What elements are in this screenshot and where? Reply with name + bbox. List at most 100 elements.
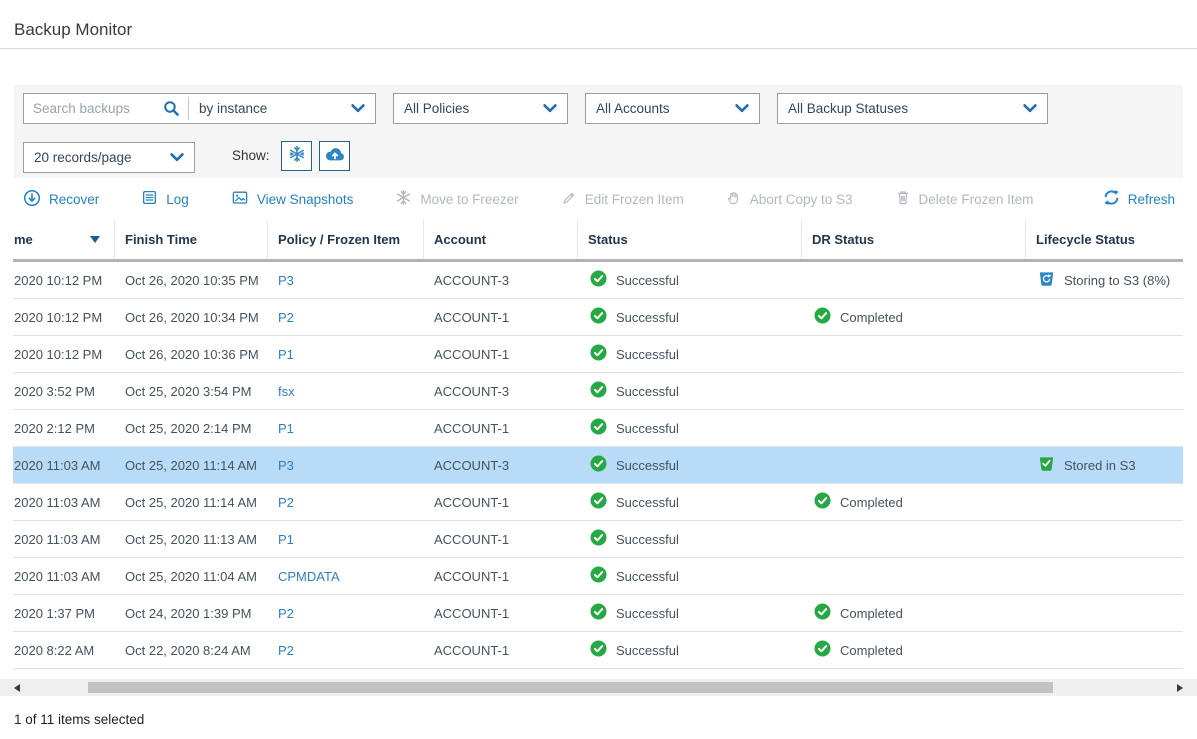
success-icon xyxy=(590,640,607,660)
completed-icon xyxy=(814,492,831,512)
policy-link[interactable]: P2 xyxy=(278,643,294,658)
completed-icon xyxy=(814,603,831,623)
search-input[interactable] xyxy=(24,101,161,116)
chevron-down-icon xyxy=(1023,101,1037,116)
view-snapshots-label: View Snapshots xyxy=(257,192,354,207)
search-by-value: by instance xyxy=(199,101,267,116)
column-label: Lifecycle Status xyxy=(1036,232,1135,247)
column-label: Status xyxy=(588,232,628,247)
table-row[interactable]: 2020 11:03 AM Oct 25, 2020 11:14 AM P3 A… xyxy=(13,447,1183,484)
filter-panel: by instance All Policies All Accounts Al… xyxy=(14,85,1183,178)
policy-link[interactable]: P1 xyxy=(278,347,294,362)
view-snapshots-icon xyxy=(231,189,249,209)
column-header-finish-time[interactable]: Finish Time xyxy=(115,220,268,259)
cell-policy: fsx xyxy=(268,384,424,399)
chevron-down-icon xyxy=(543,101,557,116)
cell-account: ACCOUNT-1 xyxy=(424,347,578,362)
cell-dr-status: Completed xyxy=(802,492,1026,512)
column-header-lifecycle-status[interactable]: Lifecycle Status xyxy=(1026,220,1183,259)
move-to-freezer-label: Move to Freezer xyxy=(420,192,518,207)
cell-finish-time: Oct 25, 2020 2:14 PM xyxy=(115,421,268,436)
cell-status: Successful xyxy=(578,418,802,438)
policy-link[interactable]: P2 xyxy=(278,495,294,510)
column-label: DR Status xyxy=(812,232,874,247)
table-row[interactable]: 2020 10:12 PM Oct 26, 2020 10:34 PM P2 A… xyxy=(13,299,1183,336)
abort-copy-s3-label: Abort Copy to S3 xyxy=(750,192,853,207)
cell-lifecycle-status: Stored in S3 xyxy=(1026,455,1183,475)
policy-link[interactable]: P1 xyxy=(278,532,294,547)
move-to-freezer-button[interactable]: Move to Freezer xyxy=(395,189,518,209)
column-header-policy[interactable]: Policy / Frozen Item xyxy=(268,220,424,259)
success-icon xyxy=(590,566,607,586)
horizontal-scrollbar[interactable] xyxy=(0,679,1197,696)
view-snapshots-button[interactable]: View Snapshots xyxy=(231,189,354,209)
cell-policy: P2 xyxy=(268,643,424,658)
table-row[interactable]: 2020 8:22 AM Oct 22, 2020 8:24 AM P2 ACC… xyxy=(13,632,1183,669)
abort-copy-s3-button[interactable]: Abort Copy to S3 xyxy=(726,190,853,209)
cell-finish-time: Oct 25, 2020 3:54 PM xyxy=(115,384,268,399)
table-row[interactable]: 2020 1:37 PM Oct 24, 2020 1:39 PM P2 ACC… xyxy=(13,595,1183,632)
cell-status: Successful xyxy=(578,344,802,364)
table-row[interactable]: 2020 11:03 AM Oct 25, 2020 11:04 AM CPMD… xyxy=(13,558,1183,595)
refresh-button[interactable]: Refresh xyxy=(1103,189,1175,209)
scrollbar-thumb[interactable] xyxy=(88,682,1053,693)
delete-frozen-item-button[interactable]: Delete Frozen Item xyxy=(895,189,1034,209)
cell-dr-status: Completed xyxy=(802,307,1026,327)
table-row[interactable]: 2020 11:03 AM Oct 25, 2020 11:14 AM P2 A… xyxy=(13,484,1183,521)
search-icon[interactable] xyxy=(161,100,188,117)
search-combo: by instance xyxy=(23,93,376,124)
cell-account: ACCOUNT-3 xyxy=(424,384,578,399)
table-row[interactable]: 2020 10:12 PM Oct 26, 2020 10:35 PM P3 A… xyxy=(13,262,1183,299)
cloud-upload-icon xyxy=(324,146,346,167)
cell-status: Successful xyxy=(578,455,802,475)
policy-link[interactable]: P2 xyxy=(278,606,294,621)
show-s3-toggle[interactable] xyxy=(319,141,350,171)
column-label: me xyxy=(14,232,33,247)
backups-table: me Finish Time Policy / Frozen Item Acco… xyxy=(13,220,1183,669)
search-by-select[interactable]: by instance xyxy=(189,94,375,123)
cell-account: ACCOUNT-3 xyxy=(424,458,578,473)
log-button[interactable]: Log xyxy=(141,189,189,209)
freezer-icon xyxy=(395,189,412,209)
success-icon xyxy=(590,307,607,327)
table-row[interactable]: 2020 3:52 PM Oct 25, 2020 3:54 PM fsx AC… xyxy=(13,373,1183,410)
policy-link[interactable]: P2 xyxy=(278,310,294,325)
cell-account: ACCOUNT-1 xyxy=(424,495,578,510)
cell-policy: CPMDATA xyxy=(268,569,424,584)
backup-statuses-select[interactable]: All Backup Statuses xyxy=(777,93,1048,124)
records-per-page-value: 20 records/page xyxy=(34,150,132,165)
cell-policy: P1 xyxy=(268,347,424,362)
scroll-right-icon[interactable] xyxy=(1177,684,1183,692)
cell-dr-status: Completed xyxy=(802,603,1026,623)
policy-link[interactable]: P3 xyxy=(278,458,294,473)
table-row[interactable]: 2020 2:12 PM Oct 25, 2020 2:14 PM P1 ACC… xyxy=(13,410,1183,447)
table-row[interactable]: 2020 11:03 AM Oct 25, 2020 11:13 AM P1 A… xyxy=(13,521,1183,558)
scroll-left-icon[interactable] xyxy=(14,684,20,692)
cell-policy: P1 xyxy=(268,421,424,436)
cell-start-time: 2020 10:12 PM xyxy=(13,347,115,362)
recover-button[interactable]: Recover xyxy=(23,189,99,210)
accounts-select[interactable]: All Accounts xyxy=(585,93,760,124)
cell-start-time: 2020 10:12 PM xyxy=(13,273,115,288)
cell-start-time: 2020 3:52 PM xyxy=(13,384,115,399)
records-per-page-select[interactable]: 20 records/page xyxy=(23,142,195,173)
policy-link[interactable]: P3 xyxy=(278,273,294,288)
cell-start-time: 2020 8:22 AM xyxy=(13,643,115,658)
show-frozen-toggle[interactable] xyxy=(281,141,312,171)
policy-link[interactable]: CPMDATA xyxy=(278,569,340,584)
policy-link[interactable]: fsx xyxy=(278,384,295,399)
column-header-start-time[interactable]: me xyxy=(13,220,115,259)
column-header-account[interactable]: Account xyxy=(424,220,578,259)
backup-monitor-page: Backup Monitor by instance All Policies … xyxy=(0,0,1197,739)
stored-s3-icon xyxy=(1038,455,1055,475)
cell-finish-time: Oct 26, 2020 10:35 PM xyxy=(115,273,268,288)
cell-start-time: 2020 11:03 AM xyxy=(13,458,115,473)
table-row[interactable]: 2020 10:12 PM Oct 26, 2020 10:36 PM P1 A… xyxy=(13,336,1183,373)
policy-link[interactable]: P1 xyxy=(278,421,294,436)
edit-frozen-item-button[interactable]: Edit Frozen Item xyxy=(561,190,684,209)
cell-policy: P2 xyxy=(268,495,424,510)
column-header-status[interactable]: Status xyxy=(578,220,802,259)
cell-account: ACCOUNT-1 xyxy=(424,643,578,658)
policies-select[interactable]: All Policies xyxy=(393,93,568,124)
column-header-dr-status[interactable]: DR Status xyxy=(802,220,1026,259)
